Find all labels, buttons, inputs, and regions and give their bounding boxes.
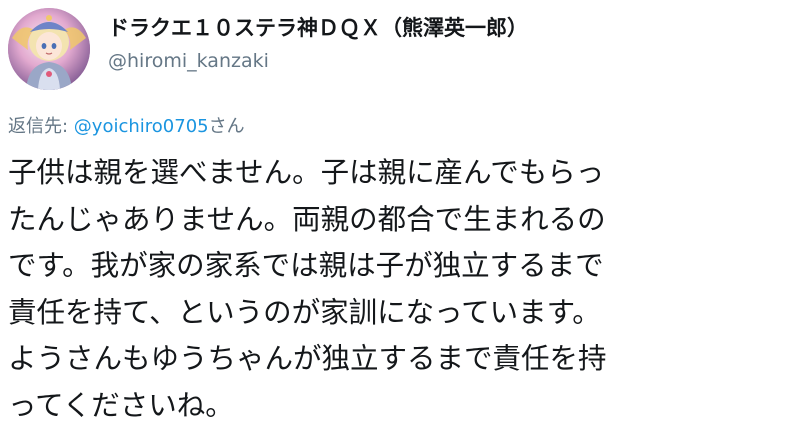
reply-suffix: さん (208, 116, 245, 137)
tweet-card: ドラクエ１０ステラ神ＤＱＸ（熊澤英一郎） @hiromi_kanzaki 返信先… (0, 0, 800, 436)
tweet-text-line: です。我が家の家系では親は子が独立するまで (8, 249, 604, 282)
tweet-text: 子供は親を選べません。子は親に産んでもらっ たんじゃありません。両親の都合で生ま… (8, 150, 798, 429)
tweet-text-line: ってくださいね。 (8, 388, 234, 422)
reply-context: 返信先: @yoichiro0705さん (8, 115, 245, 139)
tweet-header: ドラクエ１０ステラ神ＤＱＸ（熊澤英一郎） @hiromi_kanzaki (8, 8, 788, 90)
tweet-text-line: ようさんもゆうちゃんが独立するまで責任を持 (8, 342, 607, 375)
author-names: ドラクエ１０ステラ神ＤＱＸ（熊澤英一郎） @hiromi_kanzaki (108, 14, 528, 74)
reply-prefix: 返信先: (8, 116, 74, 137)
reply-mention-link[interactable]: @yoichiro0705 (74, 116, 209, 137)
tweet-text-line: たんじゃありません。両親の都合で生まれるの (8, 202, 606, 236)
avatar[interactable] (8, 8, 90, 90)
tweet-text-line: 責任を持て、というのが家訓になっています。 (8, 295, 601, 329)
avatar-character-icon (8, 8, 90, 90)
username[interactable]: @hiromi_kanzaki (108, 48, 528, 74)
tweet-text-line: 子供は親を選べません。子は親に産んでもらっ (8, 156, 605, 189)
display-name[interactable]: ドラクエ１０ステラ神ＤＱＸ（熊澤英一郎） (108, 14, 528, 42)
